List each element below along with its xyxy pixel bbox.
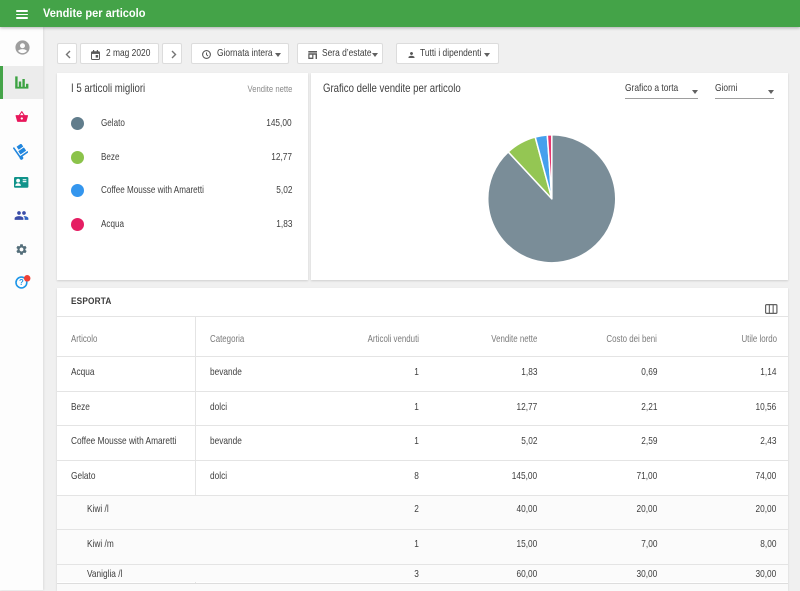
svg-text:?: ? bbox=[19, 278, 24, 287]
